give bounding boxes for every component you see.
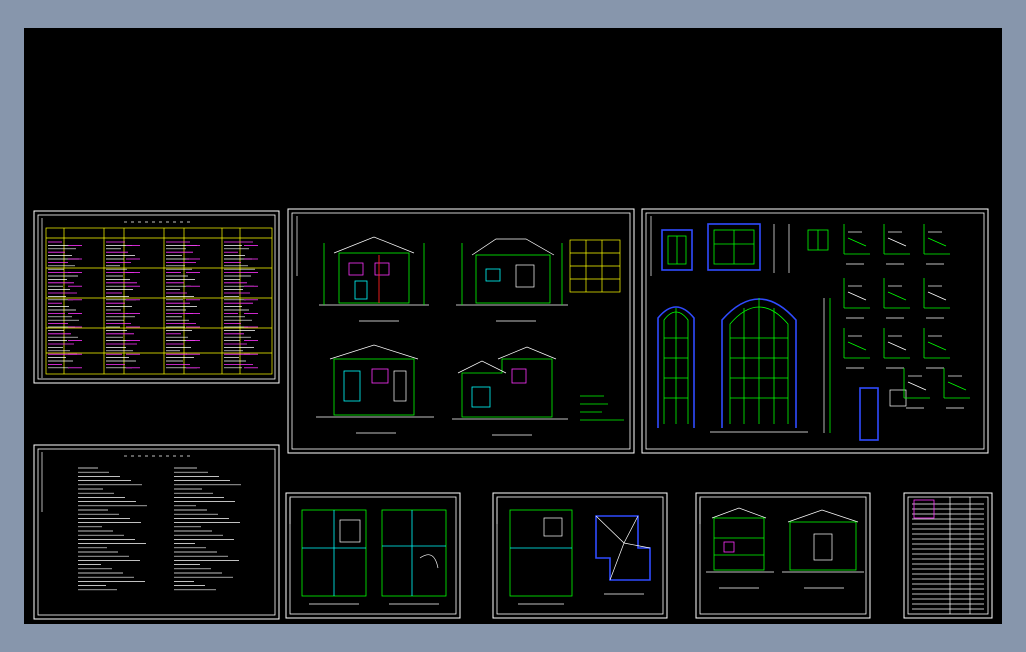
sheet-window-details[interactable] — [641, 208, 989, 454]
sheet-floor-plans-1-2[interactable] — [285, 492, 461, 619]
sheet-elevations[interactable] — [287, 208, 635, 454]
sheet-design-notes[interactable] — [33, 444, 280, 620]
sheet-title-block[interactable] — [903, 492, 993, 619]
sheet-floor-plans-3-roof[interactable] — [492, 492, 668, 619]
sheet-sections[interactable] — [695, 492, 871, 619]
drawing-canvas[interactable] — [24, 28, 1002, 624]
cad-model-space[interactable] — [24, 28, 1002, 624]
sheet-door-window-schedule[interactable] — [33, 210, 280, 384]
